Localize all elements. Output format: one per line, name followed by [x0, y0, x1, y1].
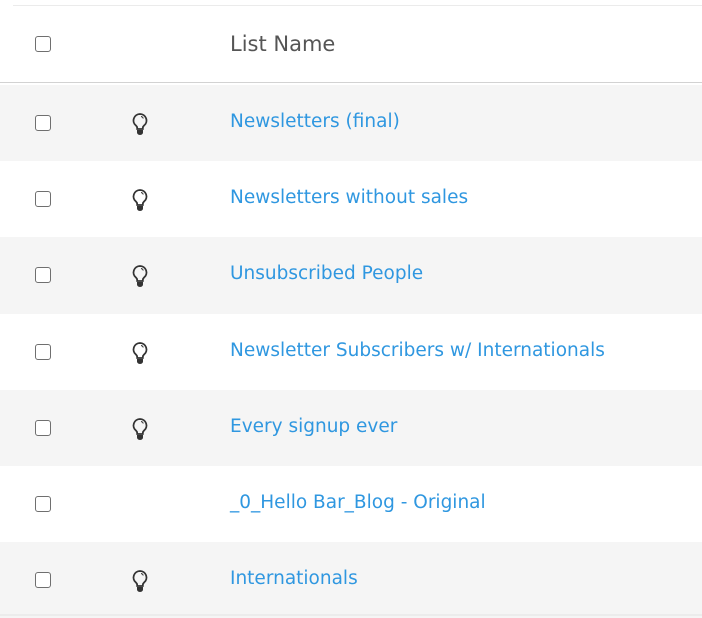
list-name-link[interactable]: Unsubscribed People	[230, 263, 423, 284]
list-name-link[interactable]: Newsletters (final)	[230, 111, 400, 132]
list-name-link[interactable]: Every signup ever	[230, 416, 397, 437]
table-body: Newsletters (final) Newsletters without …	[0, 85, 702, 618]
table-row: Newsletter Subscribers w/ Internationals	[0, 314, 702, 390]
table-row: Newsletters (final)	[0, 85, 702, 162]
lightbulb-icon	[132, 570, 148, 593]
row-checkbox[interactable]	[35, 495, 51, 512]
list-name-link[interactable]: Newsletters without sales	[230, 187, 468, 208]
table-row: Unsubscribed People	[0, 237, 702, 314]
row-checkbox[interactable]	[35, 572, 51, 589]
row-checkbox[interactable]	[35, 343, 51, 360]
list-name-link[interactable]: Internationals	[230, 568, 358, 589]
lightbulb-icon	[132, 341, 148, 364]
table-header: List Name	[0, 6, 702, 83]
list-name-link[interactable]: _0_Hello Bar_Blog - Original	[230, 492, 486, 513]
column-header-list-name[interactable]: List Name	[230, 32, 335, 56]
select-all-checkbox[interactable]	[35, 36, 51, 52]
table-row: Newsletters without sales	[0, 161, 702, 237]
table-row: _0_Hello Bar_Blog - Original	[0, 466, 702, 542]
list-name-link[interactable]: Newsletter Subscribers w/ Internationals	[230, 340, 605, 361]
row-checkbox[interactable]	[35, 267, 51, 284]
table-row: Every signup ever	[0, 389, 702, 466]
lightbulb-icon	[132, 265, 148, 288]
row-checkbox[interactable]	[35, 419, 51, 436]
lightbulb-icon	[132, 113, 148, 135]
lightbulb-icon	[132, 189, 148, 212]
table-row: Internationals	[0, 542, 702, 618]
row-checkbox[interactable]	[35, 115, 51, 131]
lightbulb-icon	[132, 417, 148, 440]
row-checkbox[interactable]	[35, 191, 51, 208]
